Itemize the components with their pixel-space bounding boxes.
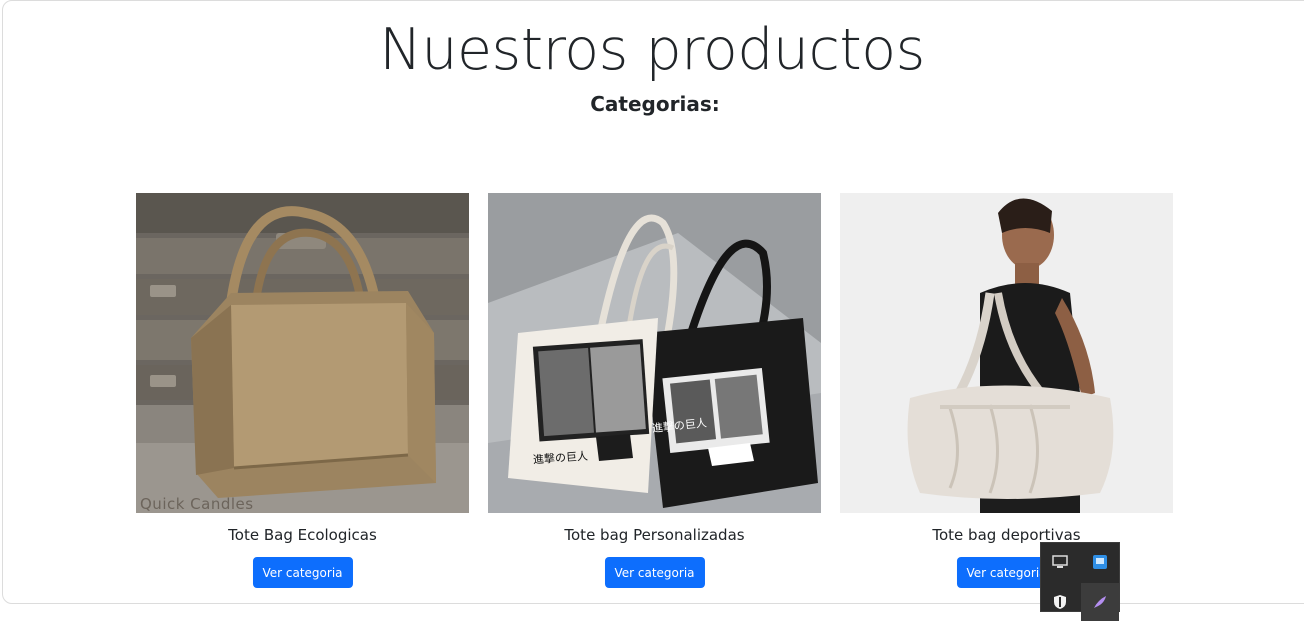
- product-title: Tote Bag Ecologicas: [228, 526, 377, 544]
- feather-pen-icon[interactable]: [1081, 583, 1119, 621]
- product-title: Tote bag Personalizadas: [564, 526, 745, 544]
- product-image-anime-totes[interactable]: 進撃の巨人 進撃の巨人: [488, 193, 821, 513]
- product-title: Tote bag deportivas: [932, 526, 1081, 544]
- product-image-sport-bag[interactable]: [840, 193, 1173, 513]
- image-watermark: Quick Candles: [140, 495, 254, 513]
- ver-categoria-button[interactable]: Ver categoria: [252, 557, 353, 588]
- product-card-ecologicas: Quick Candles Tote Bag Ecologicas Ver ca…: [136, 193, 469, 588]
- network-icon[interactable]: [1081, 543, 1119, 581]
- product-card-deportivas: Tote bag deportivas Ver categoria: [840, 193, 1173, 588]
- display-icon[interactable]: [1041, 543, 1079, 581]
- system-tray-popup: [1040, 542, 1120, 621]
- product-card-personalizadas: 進撃の巨人 進撃の巨人 Tote bag Personalizadas Ver …: [488, 193, 821, 588]
- security-shield-icon[interactable]: [1041, 583, 1079, 621]
- ver-categoria-button[interactable]: Ver categoria: [604, 557, 705, 588]
- product-image-jute-bag[interactable]: Quick Candles: [136, 193, 469, 513]
- page-title: Nuestros productos: [379, 17, 925, 83]
- categories-heading: Categorias:: [590, 92, 720, 116]
